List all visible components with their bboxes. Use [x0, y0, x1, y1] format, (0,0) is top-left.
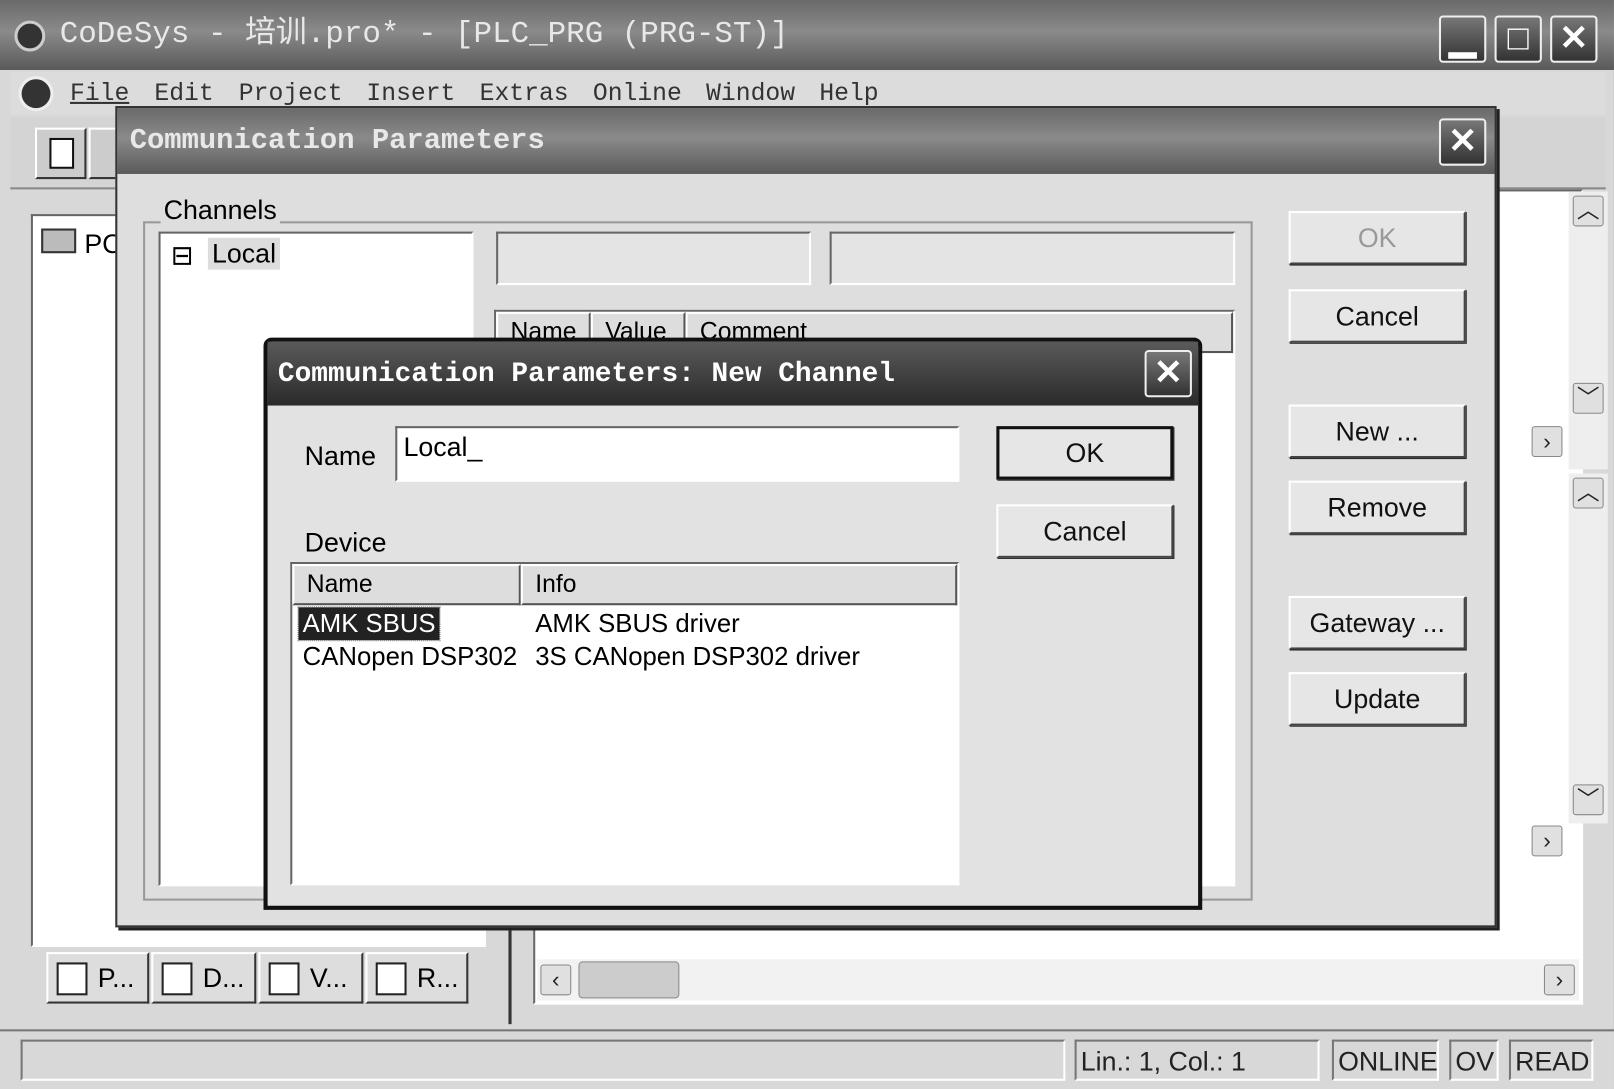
status-ov: OV: [1449, 1039, 1499, 1081]
vertical-scrollbar-bottom[interactable]: [1568, 473, 1608, 824]
scroll-right-icon[interactable]: ›: [1531, 825, 1563, 857]
vertical-scrollbar-top[interactable]: [1568, 191, 1608, 470]
close-button[interactable]: ✕: [1550, 15, 1598, 63]
dialog-close-button[interactable]: ✕: [1144, 349, 1192, 398]
scroll-left-icon[interactable]: ‹: [540, 964, 572, 996]
ok-button[interactable]: OK: [996, 426, 1174, 480]
maximize-button[interactable]: □: [1494, 15, 1542, 63]
scroll-down-icon[interactable]: ﹀: [1572, 784, 1604, 816]
device-name: CANopen DSP302: [302, 642, 518, 672]
datatype-icon: [161, 962, 193, 996]
device-list: Name Info AMK SBUS AMK SBUS driver CANop…: [290, 561, 960, 886]
scroll-thumb[interactable]: [578, 961, 680, 999]
new-channel-button[interactable]: New ...: [1288, 404, 1466, 459]
scroll-right-icon[interactable]: ›: [1543, 964, 1575, 996]
tree-expander-icon[interactable]: ⊟: [171, 240, 193, 272]
ok-button[interactable]: OK: [1288, 211, 1466, 265]
device-info: 3S CANopen DSP302 driver: [535, 642, 860, 672]
minimize-button[interactable]: ▁: [1438, 15, 1487, 63]
name-label: Name: [304, 440, 377, 472]
pou-icon: [56, 962, 88, 996]
cancel-button[interactable]: Cancel: [1288, 289, 1466, 343]
dialog-title: Communication Parameters: New Channel: [277, 359, 895, 391]
visualization-icon: [268, 962, 300, 996]
folder-icon: [41, 228, 77, 254]
device-label: Device: [304, 527, 387, 558]
remove-button[interactable]: Remove: [1288, 480, 1466, 535]
tab-resources[interactable]: R...: [365, 952, 469, 1004]
status-position: Lin.: 1, Col.: 1: [1074, 1039, 1320, 1081]
status-online: ONLINE: [1331, 1039, 1439, 1081]
tab-visualizations[interactable]: V...: [258, 952, 364, 1004]
device-row[interactable]: CANopen DSP302 3S CANopen DSP302 driver: [296, 640, 955, 673]
menu-app-icon: [18, 76, 54, 112]
channel-info-box-1: [496, 231, 812, 286]
dialog-close-button[interactable]: ✕: [1438, 118, 1487, 166]
col-name[interactable]: Name: [292, 564, 521, 606]
dialog-title-bar: Communication Parameters: [117, 108, 1495, 174]
status-read: READ: [1508, 1039, 1594, 1081]
col-info[interactable]: Info: [520, 564, 958, 606]
horizontal-scrollbar[interactable]: [537, 959, 1579, 1001]
new-channel-dialog: Communication Parameters: New Channel ✕ …: [263, 337, 1203, 910]
tab-pous[interactable]: P...: [46, 952, 150, 1004]
device-name: AMK SBUS: [297, 606, 441, 642]
device-info: AMK SBUS driver: [535, 609, 740, 639]
cancel-button[interactable]: Cancel: [996, 504, 1174, 558]
scroll-up-icon[interactable]: ︿: [1572, 477, 1604, 509]
tab-data-types[interactable]: D...: [151, 952, 257, 1004]
status-bar: Lin.: 1, Col.: 1 ONLINE OV READ: [0, 1029, 1614, 1089]
app-icon: [14, 20, 46, 52]
dialog-title-bar: Communication Parameters: New Channel: [267, 341, 1199, 406]
scroll-down-icon[interactable]: ﹀: [1572, 382, 1604, 414]
channels-label: Channels: [160, 194, 280, 227]
channel-info-box-2: [829, 231, 1236, 286]
scroll-up-icon[interactable]: ︿: [1572, 195, 1604, 227]
device-row[interactable]: AMK SBUS AMK SBUS driver: [296, 606, 955, 642]
update-button[interactable]: Update: [1288, 672, 1466, 726]
dialog-title: Communication Parameters: [129, 125, 545, 158]
scroll-right-icon[interactable]: ›: [1531, 426, 1563, 458]
new-file-icon[interactable]: [34, 127, 87, 180]
gateway-button[interactable]: Gateway ...: [1288, 595, 1466, 650]
status-message: [20, 1039, 1066, 1081]
resources-icon: [375, 962, 407, 996]
tree-item-local[interactable]: Local: [207, 237, 281, 270]
main-title-bar: CoDeSys - 培训.pro* - [PLC_PRG (PRG-ST)]: [0, 0, 1614, 70]
window-title: CoDeSys - 培训.pro* - [PLC_PRG (PRG-ST)]: [59, 17, 789, 53]
name-input[interactable]: [395, 426, 960, 482]
